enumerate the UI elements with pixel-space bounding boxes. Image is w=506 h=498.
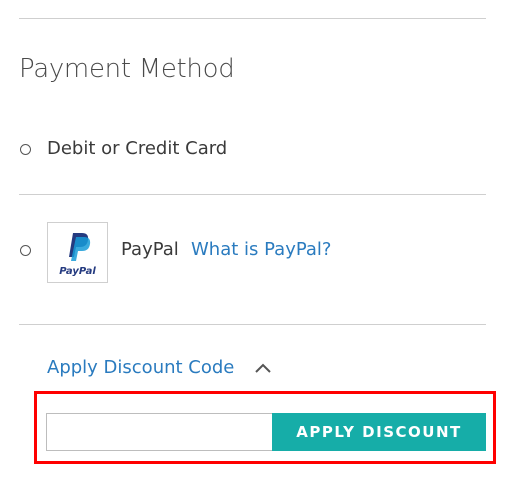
paypal-radio[interactable]	[20, 245, 31, 256]
paypal-logo: PayPal	[47, 222, 108, 283]
paypal-logo-text: PayPal	[59, 266, 96, 277]
what-is-paypal-link[interactable]: What is PayPal?	[191, 239, 331, 260]
apply-discount-toggle[interactable]: Apply Discount Code	[47, 357, 273, 383]
payment-method-heading: Payment Method	[19, 54, 235, 84]
card-radio[interactable]	[20, 144, 31, 155]
top-divider	[19, 18, 486, 19]
paypal-icon: PayPal	[59, 233, 96, 277]
paypal-option-label[interactable]: PayPal	[121, 239, 179, 260]
card-divider	[19, 194, 486, 195]
discount-code-input[interactable]	[46, 413, 272, 451]
chevron-up-icon	[255, 363, 272, 373]
card-option-label[interactable]: Debit or Credit Card	[47, 138, 227, 159]
apply-discount-button[interactable]: APPLY DISCOUNT	[272, 413, 486, 451]
paypal-divider	[19, 324, 486, 325]
apply-discount-toggle-label: Apply Discount Code	[47, 357, 235, 378]
